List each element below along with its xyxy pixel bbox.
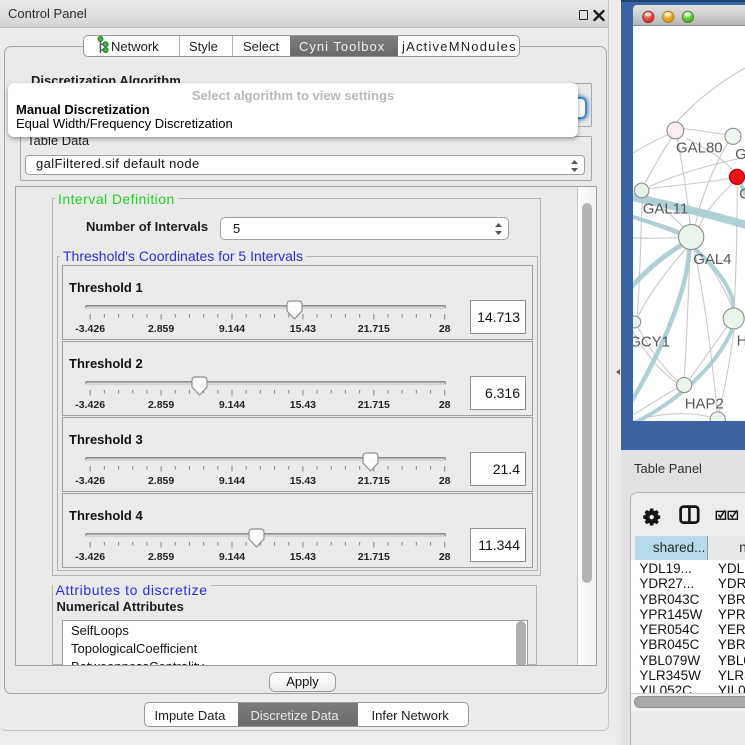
svg-text:GAL80: GAL80 <box>676 139 723 156</box>
svg-text:GAL4: GAL4 <box>693 250 731 267</box>
svg-text:HAP2: HAP2 <box>684 395 723 412</box>
svg-text:GAL11: GAL11 <box>642 200 688 217</box>
svg-text:HIS4: HIS4 <box>736 332 745 349</box>
svg-text:CY: CY <box>739 185 745 202</box>
svg-text:GCY1: GCY1 <box>633 333 670 350</box>
svg-text:GAL7: GAL7 <box>735 146 745 163</box>
